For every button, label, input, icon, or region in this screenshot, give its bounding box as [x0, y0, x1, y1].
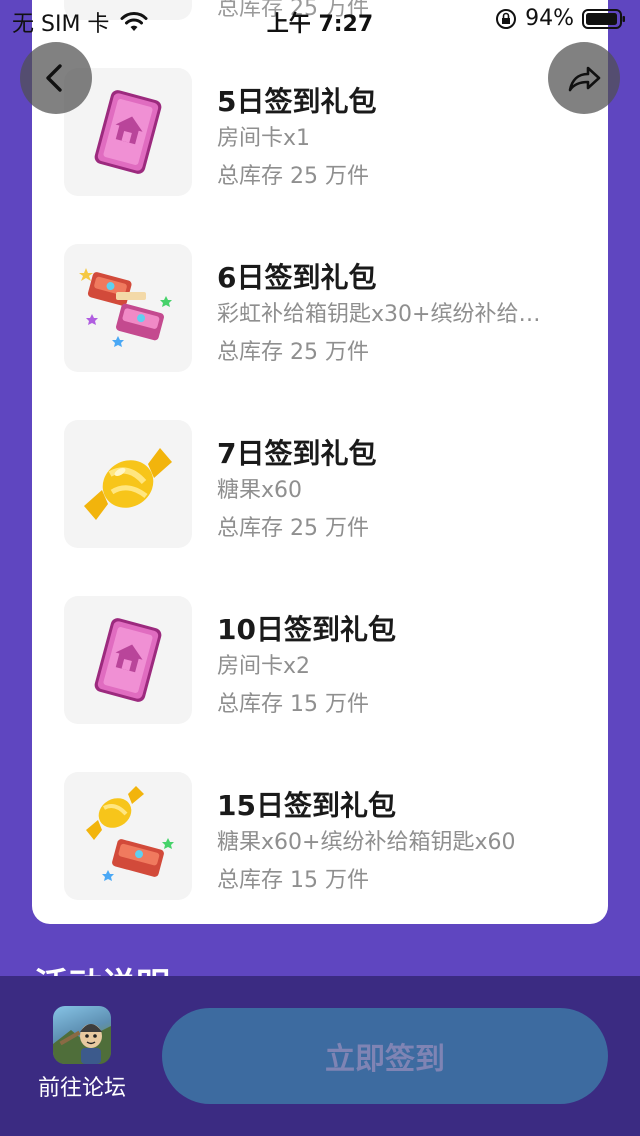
gift-stock: 总库存 15 万件	[217, 868, 369, 893]
gift-stock: 总库存 15 万件	[217, 692, 369, 717]
gift-thumbnail	[64, 772, 192, 900]
gift-item: 7日签到礼包 糖果x60 总库存 25 万件	[64, 420, 584, 550]
candy-icon	[84, 448, 172, 520]
gift-thumbnail	[64, 420, 192, 548]
gift-content: 房间卡x2	[217, 654, 311, 679]
gift-title: 5日签到礼包	[217, 85, 377, 118]
gift-content: 糖果x60	[217, 478, 303, 503]
battery-percent: 94%	[525, 6, 574, 31]
bottom-bar: 前往论坛 立即签到	[0, 976, 640, 1136]
supply-key-icon	[79, 268, 172, 347]
gift-stock: 总库存 25 万件	[217, 340, 369, 365]
gift-thumbnail	[64, 596, 192, 724]
share-icon	[568, 66, 601, 92]
gift-thumbnail	[64, 244, 192, 372]
gift-stock: 总库存 25 万件	[217, 516, 369, 541]
gift-content: 彩虹补给箱钥匙x30+缤纷补给箱钥匙x30	[217, 302, 547, 327]
back-button[interactable]	[20, 42, 92, 114]
gift-item: 10日签到礼包 房间卡x2 总库存 15 万件	[64, 596, 584, 726]
candy-key-icon	[86, 786, 174, 881]
gift-title: 6日签到礼包	[217, 261, 377, 294]
character-icon	[53, 1024, 111, 1064]
orientation-lock-icon	[496, 8, 517, 29]
game-app-icon	[53, 1006, 111, 1064]
gift-item: 5日签到礼包 房间卡x1 总库存 25 万件	[64, 68, 584, 198]
status-right: 94%	[495, 6, 626, 31]
gift-content: 糖果x60+缤纷补给箱钥匙x60	[217, 830, 516, 855]
forum-label: 前往论坛	[37, 1076, 126, 1101]
room-card-icon	[94, 90, 162, 174]
gift-title: 10日签到礼包	[217, 613, 396, 646]
status-bar: 无 SIM 卡 上午 7:27 94%	[0, 0, 640, 40]
gift-stock: 总库存 25 万件	[217, 164, 369, 189]
room-card-icon	[94, 618, 162, 702]
chevron-left-icon	[46, 64, 62, 92]
gift-item: 6日签到礼包 彩虹补给箱钥匙x30+缤纷补给箱钥匙x30 总库存 25 万件	[64, 244, 584, 374]
share-button[interactable]	[548, 42, 620, 114]
gift-title: 15日签到礼包	[217, 789, 396, 822]
gift-item: 15日签到礼包 糖果x60+缤纷补给箱钥匙x60 总库存 15 万件	[64, 772, 584, 902]
gift-title: 7日签到礼包	[217, 437, 377, 470]
checkin-button[interactable]: 立即签到	[162, 1008, 608, 1104]
forum-link[interactable]: 前往论坛	[30, 1006, 134, 1102]
gift-content: 房间卡x1	[217, 126, 311, 151]
battery-icon	[582, 8, 625, 29]
